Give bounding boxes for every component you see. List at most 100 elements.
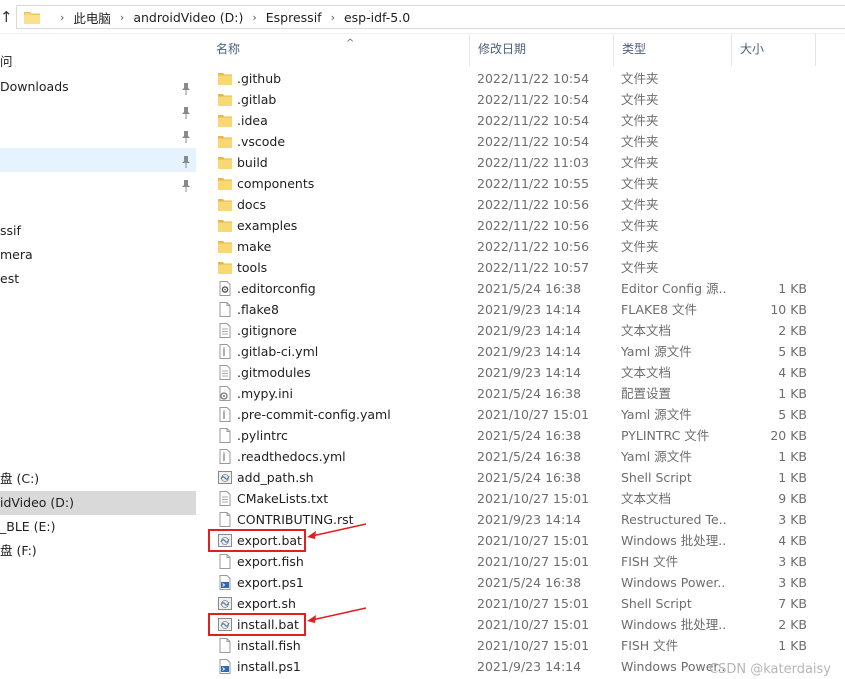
file-row[interactable]: tools 2022/11/22 10:57 文件夹 — [196, 257, 845, 278]
file-date: 2021/10/27 15:01 — [477, 407, 590, 422]
file-name: .pylintrc — [237, 428, 288, 443]
file-row[interactable]: .mypy.ini 2021/5/24 16:38 配置设置 1 KB — [196, 383, 845, 404]
column-header-date[interactable]: 修改日期 — [470, 34, 614, 66]
nav-item[interactable]: 盘 (F:) — [0, 539, 196, 563]
nav-item[interactable]: ssif — [0, 219, 196, 243]
chevron-right-icon[interactable]: › — [120, 11, 124, 24]
file-row[interactable]: .pylintrc 2021/5/24 16:38 PYLINTRC 文件 20 KB — [196, 425, 845, 446]
file-row[interactable]: add_path.sh 2021/5/24 16:38 Shell Script 1 … — [196, 467, 845, 488]
pin-icon[interactable] — [180, 128, 192, 143]
file-row[interactable]: make 2022/11/22 10:56 文件夹 — [196, 236, 845, 257]
nav-item-label: mera — [0, 247, 33, 262]
nav-item[interactable]: Downloads — [0, 75, 196, 99]
nav-item[interactable]: _BLE (E:) — [0, 515, 196, 539]
file-row[interactable]: .gitmodules 2021/9/23 14:14 文本文档 4 KB — [196, 362, 845, 383]
column-header-type-label: 类型 — [622, 42, 647, 56]
file-icon — [218, 512, 232, 527]
nav-item[interactable] — [0, 172, 196, 196]
file-date: 2021/9/23 14:14 — [477, 512, 582, 527]
annotation-arrow-icon — [307, 523, 367, 539]
nav-item[interactable] — [0, 123, 196, 147]
column-header-type[interactable]: 类型 — [614, 34, 732, 66]
script-file-icon — [218, 596, 232, 611]
nav-item[interactable]: mera — [0, 243, 196, 267]
pin-icon[interactable] — [180, 104, 192, 119]
file-row[interactable]: export.sh 2021/10/27 15:01 Shell Script 7 K… — [196, 593, 845, 614]
file-name: components — [237, 176, 315, 191]
pin-icon[interactable] — [180, 153, 192, 168]
file-row[interactable]: export.ps1 2021/5/24 16:38 Windows Power..… — [196, 572, 845, 593]
up-arrow-icon[interactable]: ↑ — [0, 8, 14, 26]
file-row[interactable]: CONTRIBUTING.rst 2021/9/23 14:14 Restructu… — [196, 509, 845, 530]
file-row[interactable]: .gitlab-ci.yml 2021/9/23 14:14 Yaml 源文件 5 K… — [196, 341, 845, 362]
file-row[interactable]: CMakeLists.txt 2021/10/27 15:01 文本文档 9 KB — [196, 488, 845, 509]
folder-icon — [218, 260, 232, 275]
nav-item-label: est — [0, 271, 20, 286]
file-name: docs — [237, 197, 266, 212]
file-type: Windows 批处理... — [621, 533, 726, 548]
file-type: 文件夹 — [621, 197, 659, 212]
nav-item[interactable]: est — [0, 267, 196, 291]
file-name: tools — [237, 260, 268, 275]
nav-item[interactable] — [0, 148, 196, 172]
nav-item[interactable]: 问 — [0, 50, 196, 74]
file-date: 2021/10/27 15:01 — [477, 491, 590, 506]
file-date: 2022/11/22 10:56 — [477, 197, 590, 212]
file-size: 9 KB — [778, 491, 807, 506]
file-name: .vscode — [237, 134, 286, 149]
file-date: 2021/9/23 14:14 — [477, 302, 582, 317]
file-row[interactable]: .vscode 2022/11/22 10:54 文件夹 — [196, 131, 845, 152]
file-row[interactable]: .idea 2022/11/22 10:54 文件夹 — [196, 110, 845, 131]
file-row[interactable]: install.fish 2021/10/27 15:01 FISH 文件 1 KB — [196, 635, 845, 656]
script-file-icon — [218, 470, 232, 485]
breadcrumb-item[interactable]: androidVideo (D:) — [133, 10, 243, 25]
file-row[interactable]: examples 2022/11/22 10:56 文件夹 — [196, 215, 845, 236]
text-file-icon — [218, 365, 232, 380]
navigation-pane: 问 Downloads ssif mera est 盘 (C:) idVideo (D:) _… — [0, 34, 196, 679]
column-header-name[interactable]: 名称 ^ — [208, 34, 470, 66]
file-type: 文件夹 — [621, 218, 659, 233]
file-row[interactable]: .editorconfig 2021/5/24 16:38 Editor Confi… — [196, 278, 845, 299]
chevron-right-icon[interactable]: › — [331, 11, 335, 24]
file-row[interactable]: export.fish 2021/10/27 15:01 FISH 文件 3 KB — [196, 551, 845, 572]
file-type: 文件夹 — [621, 113, 659, 128]
file-row[interactable]: build 2022/11/22 11:03 文件夹 — [196, 152, 845, 173]
nav-item-label: _BLE (E:) — [0, 519, 56, 534]
file-name: .mypy.ini — [237, 386, 293, 401]
yaml-file-icon — [218, 344, 232, 359]
file-row[interactable]: .readthedocs.yml 2021/5/24 16:38 Yaml 源文件 1… — [196, 446, 845, 467]
nav-item[interactable]: idVideo (D:) — [0, 491, 196, 515]
chevron-right-icon[interactable]: › — [252, 11, 256, 24]
folder-icon — [218, 239, 232, 254]
file-date: 2022/11/22 10:54 — [477, 71, 590, 86]
file-icon — [218, 302, 232, 317]
pin-icon[interactable] — [180, 80, 192, 95]
breadcrumb-item[interactable]: Espressif — [266, 10, 322, 25]
file-row[interactable]: .github 2022/11/22 10:54 文件夹 — [196, 68, 845, 89]
file-row[interactable]: docs 2022/11/22 10:56 文件夹 — [196, 194, 845, 215]
breadcrumb-item[interactable]: esp-idf-5.0 — [344, 10, 410, 25]
chevron-right-icon[interactable]: › — [60, 11, 64, 24]
file-row[interactable]: components 2022/11/22 10:55 文件夹 — [196, 173, 845, 194]
nav-item[interactable] — [0, 99, 196, 123]
nav-item[interactable]: 盘 (C:) — [0, 467, 196, 491]
file-row[interactable]: .gitlab 2022/11/22 10:54 文件夹 — [196, 89, 845, 110]
file-row[interactable]: .pre-commit-config.yaml 2021/10/27 15:01 Y… — [196, 404, 845, 425]
powershell-file-icon — [218, 575, 232, 590]
column-header-size[interactable]: 大小 — [732, 34, 816, 66]
file-name: examples — [237, 218, 298, 233]
file-row[interactable]: .gitignore 2021/9/23 14:14 文本文档 2 KB — [196, 320, 845, 341]
text-file-icon — [218, 491, 232, 506]
breadcrumb-item[interactable]: 此电脑 — [73, 8, 111, 27]
file-type: 配置设置 — [621, 386, 672, 401]
powershell-file-icon — [218, 659, 232, 674]
yaml-file-icon — [218, 407, 232, 422]
file-date: 2022/11/22 10:57 — [477, 260, 590, 275]
file-row[interactable]: .flake8 2021/9/23 14:14 FLAKE8 文件 10 KB — [196, 299, 845, 320]
pin-icon[interactable] — [180, 177, 192, 192]
file-name: .gitlab — [237, 92, 277, 107]
file-date: 2021/10/27 15:01 — [477, 638, 590, 653]
address-box[interactable]: › 此电脑 › androidVideo (D:) › Espressif › esp-idf… — [16, 5, 845, 29]
file-icon — [218, 638, 232, 653]
file-size: 3 KB — [778, 575, 807, 590]
